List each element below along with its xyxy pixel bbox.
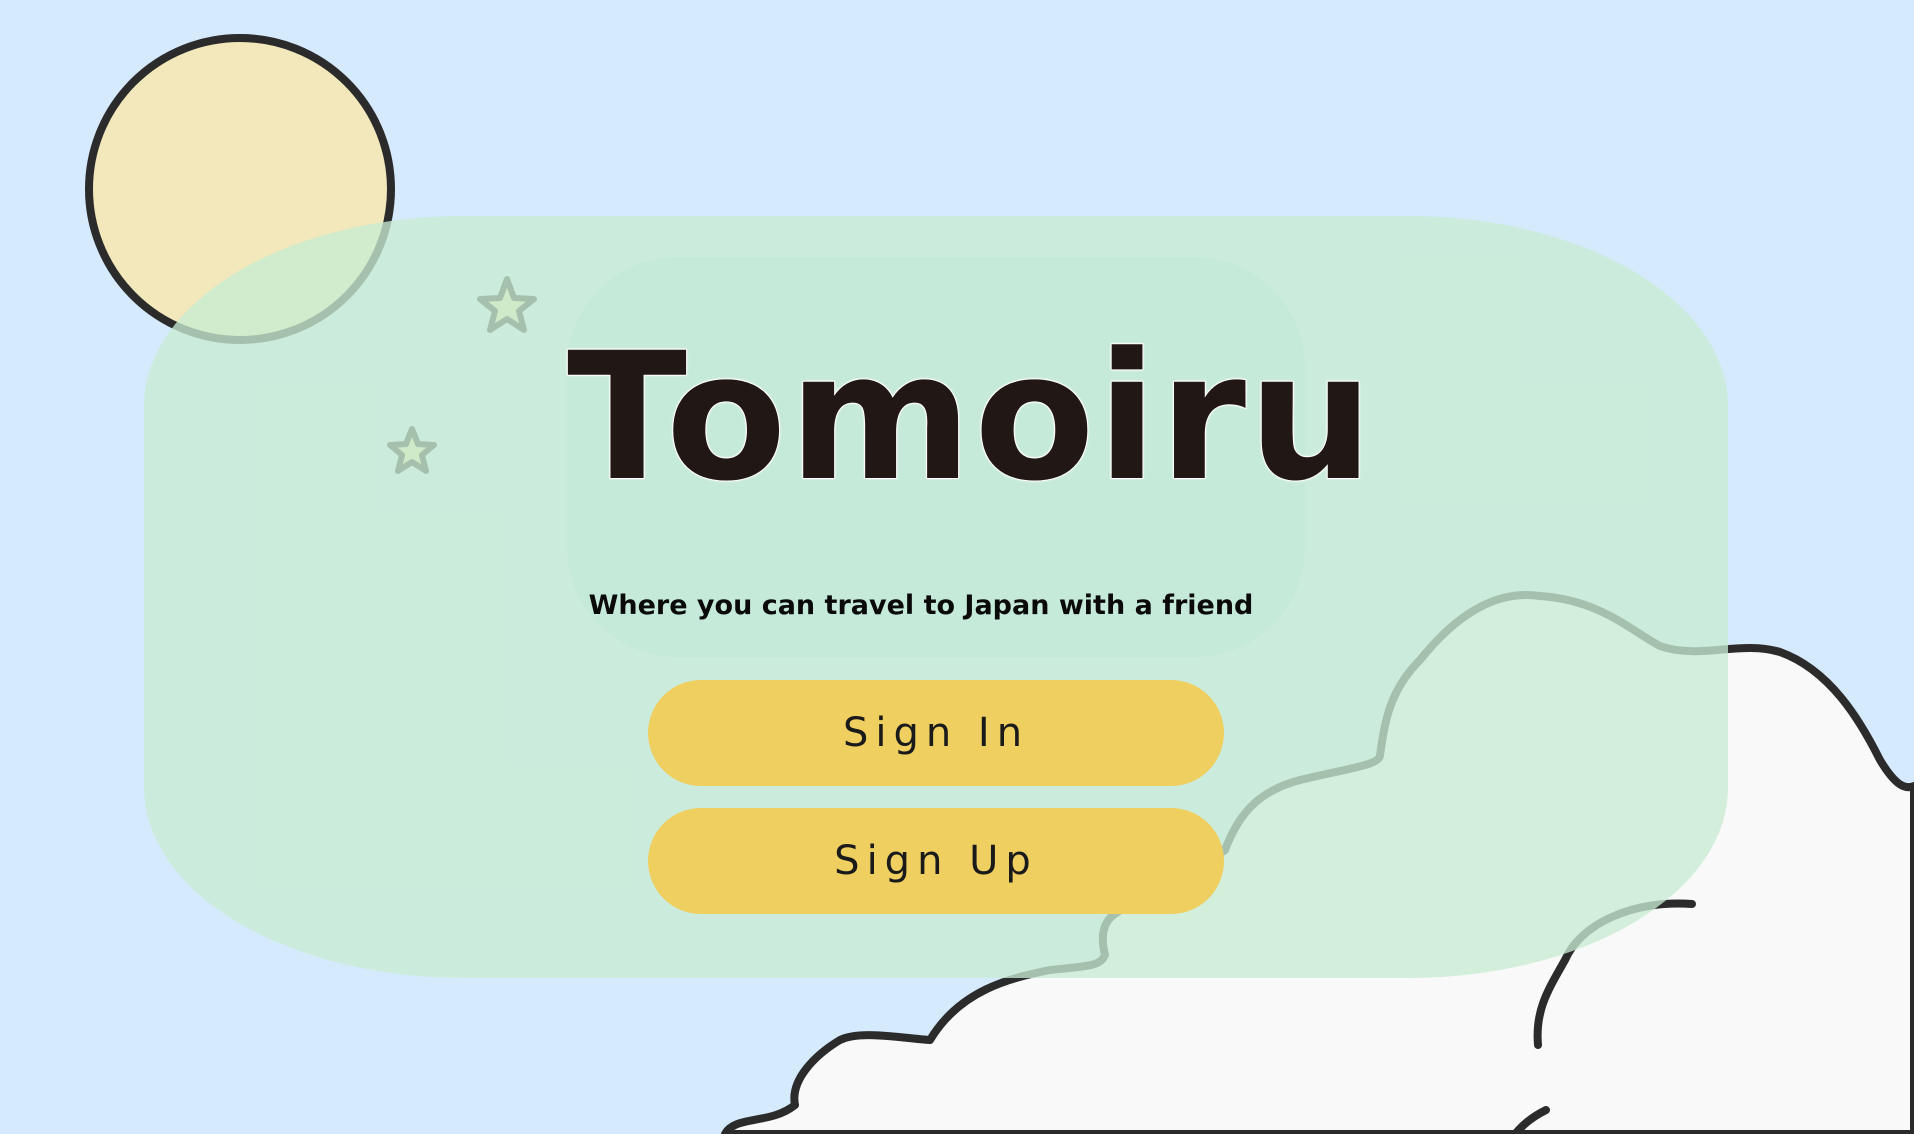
sign-in-button[interactable]: Sign In: [648, 680, 1224, 786]
sign-up-button[interactable]: Sign Up: [648, 808, 1224, 914]
landing-page: Tomoiru Where you can travel to Japan wi…: [0, 0, 1914, 1134]
tagline: Where you can travel to Japan with a fri…: [588, 590, 1254, 621]
app-title: Tomoiru: [566, 315, 1376, 520]
